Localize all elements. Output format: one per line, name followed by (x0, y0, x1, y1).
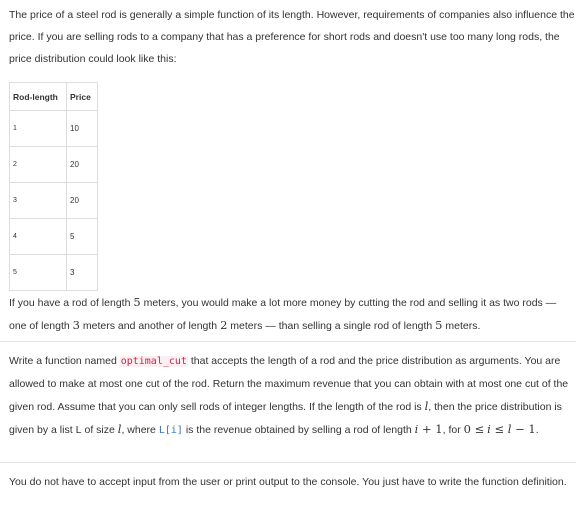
task-text: , where (121, 424, 159, 436)
price-cell: 3 (66, 254, 98, 291)
example-text: meters and another of length (79, 320, 221, 332)
price-table: Rod-length Price 1 10 2 20 3 20 4 5 5 3 (9, 82, 98, 291)
math-plus-one: + 1 (418, 422, 443, 436)
column-header-price: Price (66, 82, 98, 111)
list-index-code: L[i] (158, 425, 183, 436)
table-row: 4 5 (9, 218, 98, 255)
price-cell: 20 (66, 182, 98, 219)
rod-length-cell: 4 (9, 218, 67, 255)
table-header-row: Rod-length Price (9, 82, 98, 111)
task-text: of size (81, 424, 118, 436)
table-row: 3 20 (9, 182, 98, 219)
example-paragraph: If you have a rod of length 5 meters, yo… (9, 291, 575, 337)
math-length-5: 5 (133, 295, 141, 309)
table-row: 1 10 (9, 110, 98, 147)
section-divider (0, 341, 576, 342)
function-name-code: optimal_cut (119, 356, 188, 367)
table-row: 5 3 (9, 254, 98, 291)
note-paragraph: You do not have to accept input from the… (9, 476, 567, 488)
example-text: meters. (442, 320, 481, 332)
rod-length-cell: 1 (9, 110, 67, 147)
intro-paragraph: The price of a steel rod is generally a … (9, 9, 575, 65)
task-text: Write a function named (9, 355, 120, 367)
task-paragraph: Write a function named optimal_cut that … (9, 350, 575, 442)
column-header-rod-length: Rod-length (9, 82, 67, 111)
task-text: . (535, 424, 539, 436)
math-length-5: 5 (435, 318, 443, 332)
task-text: , for (442, 424, 464, 436)
section-divider (0, 462, 576, 463)
rod-length-cell: 2 (9, 146, 67, 183)
math-length-3: 3 (72, 318, 80, 332)
example-text: If you have a rod of length (9, 297, 134, 309)
math-range-start: 0 ≤ (463, 422, 485, 436)
price-cell: 10 (66, 110, 98, 147)
price-cell: 20 (66, 146, 98, 183)
price-cell: 5 (66, 218, 98, 255)
example-text: meters — than selling a single rod of le… (227, 320, 436, 332)
math-minus-one: − 1 (511, 422, 536, 436)
table-row: 2 20 (9, 146, 98, 183)
math-leq: ≤ (490, 422, 508, 436)
rod-length-cell: 5 (9, 254, 67, 291)
rod-length-cell: 3 (9, 182, 67, 219)
task-text: is the revenue obtained by selling a rod… (182, 424, 415, 436)
